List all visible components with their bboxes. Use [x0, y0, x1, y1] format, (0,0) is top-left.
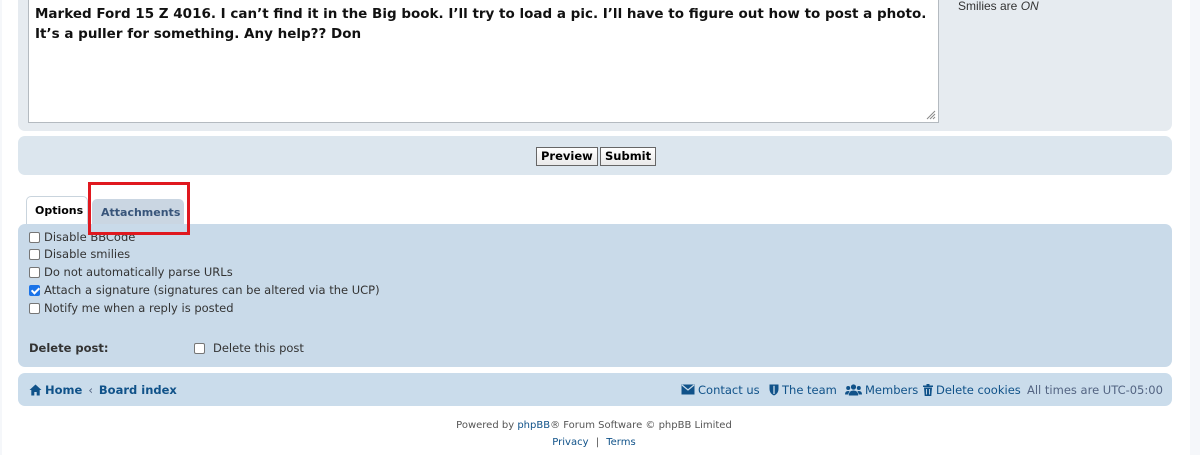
breadcrumb-board-index-link[interactable]: Board index: [99, 383, 177, 397]
delete-post-option[interactable]: Delete this post: [194, 341, 304, 355]
contact-us-label: Contact us: [698, 382, 760, 397]
powered-suffix: ® Forum Software © phpBB Limited: [550, 420, 732, 431]
delete-cookies-label: Delete cookies: [936, 382, 1021, 397]
footer-links: Privacy | Terms: [0, 437, 1188, 448]
phpbb-link[interactable]: phpBB: [517, 420, 550, 431]
members-link[interactable]: Members: [845, 373, 918, 406]
highlight-annotation: [88, 182, 190, 235]
shield-icon: [769, 384, 779, 395]
footer-separator: |: [595, 437, 600, 448]
message-textarea[interactable]: Marked Ford 15 Z 4016. I can’t find it i…: [28, 0, 939, 123]
members-label: Members: [865, 382, 919, 397]
smilies-value: ON: [1020, 0, 1039, 13]
checkbox[interactable]: [29, 248, 40, 260]
users-icon: [845, 383, 862, 395]
powered-prefix: Powered by: [456, 420, 518, 431]
option-attach-signature[interactable]: Attach a signature (signatures can be al…: [29, 282, 380, 298]
checkbox[interactable]: [29, 266, 40, 278]
option-label: Disable smilies: [44, 247, 131, 261]
message-text: Marked Ford 15 Z 4016. I can’t find it i…: [35, 6, 927, 42]
checkbox[interactable]: [29, 302, 40, 314]
checkbox[interactable]: [194, 342, 205, 354]
footer-navbar: Home ‹ Board index Contact us The team M…: [18, 373, 1172, 406]
option-label: Attach a signature (signatures can be al…: [44, 283, 380, 297]
envelope-icon: [681, 384, 695, 395]
delete-post-label: Delete post:: [29, 341, 109, 355]
option-disable-smilies[interactable]: Disable smilies: [29, 246, 130, 262]
smilies-status: Smilies are ON: [958, 0, 1039, 13]
checkbox-checked[interactable]: [29, 284, 40, 296]
option-label: Do not automatically parse URLs: [44, 265, 233, 279]
breadcrumb-separator: ‹: [88, 382, 93, 397]
option-label: Notify me when a reply is posted: [44, 301, 234, 315]
option-no-parse-urls[interactable]: Do not automatically parse URLs: [29, 264, 233, 280]
resize-grip-icon[interactable]: [926, 110, 936, 120]
powered-by: Powered by phpBB® Forum Software © phpBB…: [0, 420, 1188, 431]
smilies-label: Smilies are: [958, 0, 1021, 13]
preview-button[interactable]: Preview: [536, 147, 598, 166]
the-team-label: The team: [782, 382, 837, 397]
checkbox[interactable]: [29, 231, 40, 243]
privacy-link[interactable]: Privacy: [552, 437, 588, 448]
delete-post-option-label: Delete this post: [213, 341, 304, 355]
breadcrumb-home-link[interactable]: Home: [45, 383, 82, 397]
terms-link[interactable]: Terms: [606, 437, 635, 448]
the-team-link[interactable]: The team: [769, 373, 837, 406]
trash-icon: [923, 383, 933, 396]
timezone-info: All times are UTC-05:00: [1027, 382, 1163, 397]
submit-button[interactable]: Submit: [600, 147, 657, 166]
delete-cookies-link[interactable]: Delete cookies: [923, 373, 1021, 406]
contact-us-link[interactable]: Contact us: [681, 373, 760, 406]
home-icon: [29, 384, 42, 395]
breadcrumb: Home ‹ Board index: [29, 373, 177, 406]
option-notify-reply[interactable]: Notify me when a reply is posted: [29, 300, 234, 316]
tab-options[interactable]: Options: [26, 196, 88, 224]
